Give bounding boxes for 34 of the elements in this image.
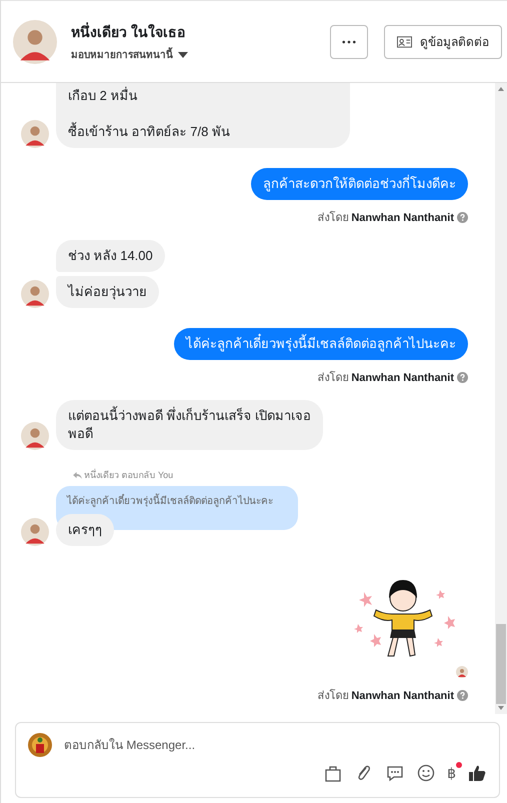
avatar-icon — [21, 280, 49, 308]
reply-icon — [73, 472, 82, 478]
message-bubble: ไม่ค่อยวุ่นวาย — [56, 276, 159, 308]
sent-by-label: ส่งโดย Nanwhan Nanthanit — [317, 688, 454, 704]
more-icon — [342, 40, 356, 44]
sent-by-label: ส่งโดย Nanwhan Nanthanit — [317, 370, 454, 386]
message-bubble: ช่วง หลัง 14.00 — [56, 240, 165, 272]
avatar-icon — [21, 422, 49, 450]
message-bubble: เกือบ 2 หมื่น ซื้อเข้าร้าน อาทิตย์ละ 7/8 พัน — [56, 83, 350, 148]
contact-name: หนึ่งเดียว ในใจเธอ — [71, 21, 186, 42]
help-icon[interactable] — [457, 690, 468, 700]
payment-button[interactable]: ฿ — [447, 764, 456, 782]
page-logo-icon — [28, 733, 52, 757]
message-bubble: ลูกค้าสะดวกให้ติดต่อช่วงกี่โมงดีคะ — [251, 168, 468, 200]
sent-by-label: ส่งโดย Nanwhan Nanthanit — [317, 210, 454, 226]
assign-conversation-link[interactable]: มอบหมายการสนทนานี้ — [71, 47, 173, 62]
emoji-icon[interactable] — [416, 763, 436, 783]
view-contact-button[interactable]: ดูข้อมูลติดต่อ — [384, 24, 502, 58]
scrollbar[interactable] — [495, 83, 507, 714]
thumbs-up-icon[interactable] — [467, 763, 487, 783]
more-button[interactable] — [330, 24, 368, 58]
message-bubble: แต่ตอนนี้ว่างพอดี พึ่งเก็บร้านเสร็จ เปิดมาเจอ พอดี — [56, 400, 324, 450]
help-icon[interactable] — [457, 212, 468, 222]
avatar-icon — [21, 120, 49, 148]
reply-label: หนึ่งเดียว ตอบกลับ You — [84, 468, 174, 482]
contact-card-icon — [397, 36, 412, 48]
help-icon[interactable] — [457, 372, 468, 382]
message-bubble: ได้ค่ะลูกค้าเดี๋ยวพรุ่งนี้มีเชลล์ติดต่อลูกค้าไปนะคะ — [174, 328, 468, 360]
avatar-icon — [13, 20, 57, 64]
scroll-up-icon[interactable] — [498, 87, 504, 91]
caret-icon[interactable] — [178, 52, 188, 58]
avatar-icon — [21, 518, 49, 546]
scroll-down-icon[interactable] — [498, 706, 504, 710]
scrollbar-thumb[interactable] — [496, 624, 506, 704]
